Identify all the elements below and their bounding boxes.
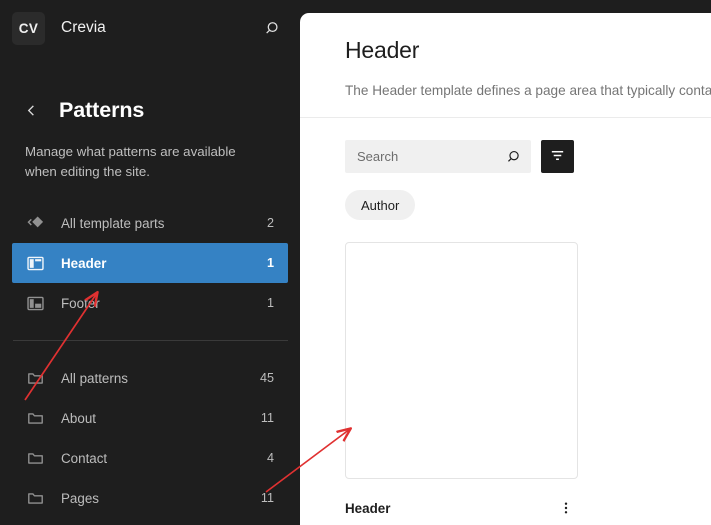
- pattern-preview[interactable]: [345, 242, 578, 479]
- sidebar-item-all-patterns[interactable]: All patterns 45: [12, 358, 288, 398]
- template-parts-icon: [25, 213, 45, 233]
- site-title: Crevia: [61, 19, 106, 36]
- sidebar-item-count: 1: [266, 296, 274, 310]
- pattern-name: Header: [345, 500, 391, 516]
- footer-layout-icon: [25, 293, 45, 313]
- main-header: Header The Header template defines a pag…: [300, 13, 711, 98]
- sidebar-item-count: 2: [266, 216, 274, 230]
- patterns-grid: Header: [300, 220, 711, 520]
- main-title: Header: [345, 37, 420, 63]
- header-layout-icon: [25, 253, 45, 273]
- folder-icon: [25, 448, 45, 468]
- search-field[interactable]: [345, 140, 531, 173]
- sidebar-item-all-template-parts[interactable]: All template parts 2: [12, 203, 288, 243]
- sidebar-item-count: 1: [266, 256, 274, 270]
- sidebar-item-count: 45: [259, 371, 274, 385]
- site-logo: CV: [12, 11, 45, 45]
- sidebar-item-label: All template parts: [61, 215, 165, 231]
- sidebar-item-footer[interactable]: Footer 1: [12, 283, 288, 323]
- filter-icon: [549, 147, 566, 167]
- pattern-card-footer: Header: [345, 496, 578, 520]
- search-icon[interactable]: [258, 15, 284, 41]
- page-title: Patterns: [59, 98, 145, 122]
- filter-button[interactable]: [541, 140, 574, 173]
- toolbar: [300, 118, 711, 173]
- patterns-screen: CV Crevia Patterns Manage what patterns …: [0, 0, 711, 525]
- sidebar-item-pages[interactable]: Pages 11: [12, 478, 288, 518]
- folder-icon: [25, 368, 45, 388]
- sidebar: CV Crevia Patterns Manage what patterns …: [0, 0, 300, 525]
- more-vertical-icon[interactable]: [554, 496, 578, 520]
- filter-chips: Author: [300, 173, 711, 220]
- sidebar-item-header[interactable]: Header 1: [12, 243, 288, 283]
- sidebar-item-contact[interactable]: Contact 4: [12, 438, 288, 478]
- nav-header: Patterns: [0, 56, 300, 123]
- sidebar-item-label: Header: [61, 255, 107, 271]
- sidebar-item-count: 4: [266, 451, 274, 465]
- main-description: The Header template defines a page area …: [345, 83, 711, 98]
- folder-icon: [25, 408, 45, 428]
- folder-icon: [25, 488, 45, 508]
- sidebar-item-count: 11: [260, 411, 274, 425]
- search-input[interactable]: [345, 140, 531, 173]
- main-panel: Header The Header template defines a pag…: [300, 13, 711, 525]
- pattern-card[interactable]: Header: [345, 242, 578, 520]
- sidebar-divider: [13, 340, 288, 341]
- sidebar-item-label: Pages: [61, 490, 99, 506]
- sidebar-item-count: 11: [260, 491, 274, 505]
- sidebar-item-label: Contact: [61, 450, 108, 466]
- pattern-categories-list: All patterns 45 About 11 Contact 4 Pages…: [0, 358, 300, 518]
- sidebar-item-about[interactable]: About 11: [12, 398, 288, 438]
- template-parts-list: All template parts 2 Header 1 Footer 1: [0, 203, 300, 323]
- sidebar-item-label: All patterns: [61, 370, 128, 386]
- site-bar: CV Crevia: [0, 0, 300, 56]
- sidebar-item-label: Footer: [61, 295, 100, 311]
- sidebar-item-label: About: [61, 410, 96, 426]
- chip-author[interactable]: Author: [345, 190, 416, 220]
- chevron-left-icon[interactable]: [22, 102, 40, 120]
- nav-description: Manage what patterns are available when …: [25, 144, 236, 179]
